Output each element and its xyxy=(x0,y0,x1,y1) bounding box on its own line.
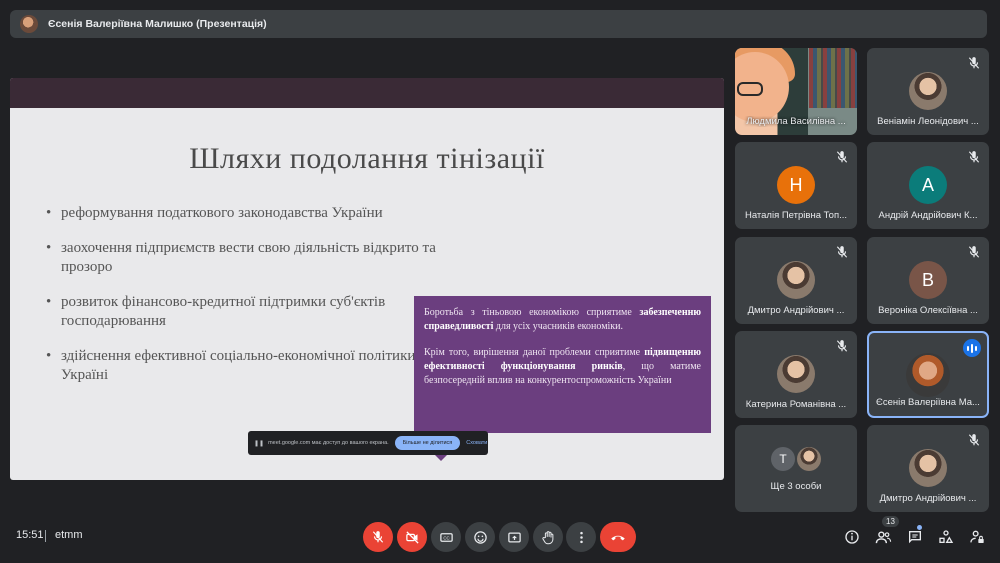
reactions-button[interactable] xyxy=(465,522,495,552)
participant-name: Дмитро Андрійович ... xyxy=(879,493,977,504)
participant-tile[interactable]: Дмитро Андрійович ... xyxy=(735,237,857,324)
slide-bullet: • заохочення підприємств вести свою діяль… xyxy=(46,240,436,275)
more-participants-avatars: Т xyxy=(770,447,822,471)
participant-avatar xyxy=(797,447,821,471)
participant-tile[interactable]: Дмитро Андрійович ... xyxy=(867,425,989,512)
meeting-code: etmm xyxy=(55,529,83,541)
end-call-button[interactable] xyxy=(600,522,636,552)
camera-toggle-button[interactable] xyxy=(397,522,427,552)
participant-tile[interactable]: Катерина Романівна ... xyxy=(735,331,857,418)
emoji-icon xyxy=(473,530,487,544)
present-screen-button[interactable] xyxy=(499,522,529,552)
lock-person-icon xyxy=(970,530,984,543)
mic-off-icon xyxy=(968,246,980,258)
presentation-title: Єсенія Валеріївна Малишко (Презентація) xyxy=(48,18,267,30)
chat-icon xyxy=(909,531,921,544)
info-icon xyxy=(845,530,859,544)
participant-initial-avatar: Н xyxy=(777,166,815,204)
present-icon xyxy=(507,532,521,542)
mic-off-icon xyxy=(372,531,384,543)
more-options-button[interactable] xyxy=(566,522,596,552)
share-notice: meet.google.com має доступ до вашого екр… xyxy=(268,440,389,446)
pause-icon: ❚❚ xyxy=(254,440,265,447)
meeting-details-button[interactable] xyxy=(842,527,862,547)
divider xyxy=(45,530,46,542)
participant-tile[interactable]: В Вероніка Олексіївна ... xyxy=(867,237,989,324)
participant-name: Катерина Романівна ... xyxy=(745,399,847,410)
mic-off-icon xyxy=(836,340,848,352)
participant-name: Вероніка Олексіївна ... xyxy=(878,305,978,316)
slide-callout-box: Боротьба з тіньовою економікою сприятиме… xyxy=(414,296,711,433)
speaking-indicator-icon xyxy=(963,339,981,357)
raise-hand-button[interactable] xyxy=(533,522,563,552)
people-icon xyxy=(875,530,891,543)
more-participants-label: Ще 3 особи xyxy=(770,481,822,492)
slide-bullet: • реформування податкового законодавства … xyxy=(46,205,383,221)
participant-tile[interactable]: А Андрій Андрійович К... xyxy=(867,142,989,229)
mic-off-icon xyxy=(968,151,980,163)
presenter-avatar xyxy=(20,15,38,33)
activities-icon xyxy=(939,530,954,543)
screen-share-bar: ❚❚ meet.google.com має доступ до вашого … xyxy=(248,431,488,455)
presentation-stage: Шляхи подолання тінізації • реформування … xyxy=(10,78,724,480)
activities-button[interactable] xyxy=(936,527,956,547)
participant-avatar xyxy=(909,449,947,487)
people-button[interactable] xyxy=(873,527,893,547)
participant-avatar xyxy=(777,355,815,393)
slide-bullet: • розвиток фінансово-кредитної підтримки … xyxy=(46,294,386,329)
participant-avatar xyxy=(777,261,815,299)
more-participants-tile[interactable]: Т Ще 3 особи xyxy=(735,425,857,512)
participant-glasses xyxy=(737,82,763,96)
captions-icon: CC xyxy=(439,532,453,542)
microphone-toggle-button[interactable] xyxy=(363,522,393,552)
participant-count-badge: 13 xyxy=(882,516,899,527)
participant-avatar xyxy=(906,353,950,397)
participant-tile-active-speaker[interactable]: Єсенія Валеріївна Ма... xyxy=(867,331,989,418)
slide-header-band xyxy=(10,78,724,108)
participant-tile[interactable]: Веніамін Леонідович ... xyxy=(867,48,989,135)
participant-initial-avatar: Т xyxy=(771,447,795,471)
mic-off-icon xyxy=(968,57,980,69)
camera-off-icon xyxy=(405,530,419,544)
hang-up-icon xyxy=(611,535,625,541)
participant-name: Людмила Василівна ... xyxy=(746,116,846,127)
share-bar-pointer xyxy=(435,455,447,461)
host-controls-button[interactable] xyxy=(967,527,987,547)
participant-name: Наталія Петрівна Топ... xyxy=(744,210,848,221)
slide-title: Шляхи подолання тінізації xyxy=(189,142,545,175)
participant-name: Єсенія Валеріївна Ма... xyxy=(876,397,980,408)
participant-tile[interactable]: Людмила Василівна ... xyxy=(735,48,857,135)
participant-avatar xyxy=(909,72,947,110)
chat-button[interactable] xyxy=(905,527,925,547)
mic-off-icon xyxy=(836,151,848,163)
meeting-time: 15:51 xyxy=(16,529,44,541)
participant-name: Веніамін Леонідович ... xyxy=(877,116,979,127)
svg-text:CC: CC xyxy=(443,535,449,540)
participant-tile[interactable]: Н Наталія Петрівна Топ... xyxy=(735,142,857,229)
presentation-title-bar: Єсенія Валеріївна Малишко (Презентація) xyxy=(10,10,987,38)
captions-button[interactable]: CC xyxy=(431,522,461,552)
slide-bullet: • здійснення ефективної соціально-економі… xyxy=(46,348,427,383)
hide-share-bar-link[interactable]: Сховати xyxy=(466,440,487,446)
background-bookshelf xyxy=(809,48,857,108)
participant-name: Андрій Андрійович К... xyxy=(878,210,978,221)
mic-off-icon xyxy=(836,246,848,258)
mic-off-icon xyxy=(968,434,980,446)
participant-name: Дмитро Андрійович ... xyxy=(747,305,845,316)
slide-bullet-list: • реформування податкового законодавства … xyxy=(46,204,446,401)
stop-sharing-button[interactable]: Більше не ділитися xyxy=(394,436,461,450)
participant-initial-avatar: А xyxy=(909,166,947,204)
more-vert-icon xyxy=(579,531,583,543)
participant-initial-avatar: В xyxy=(909,261,947,299)
hand-icon xyxy=(541,530,553,544)
